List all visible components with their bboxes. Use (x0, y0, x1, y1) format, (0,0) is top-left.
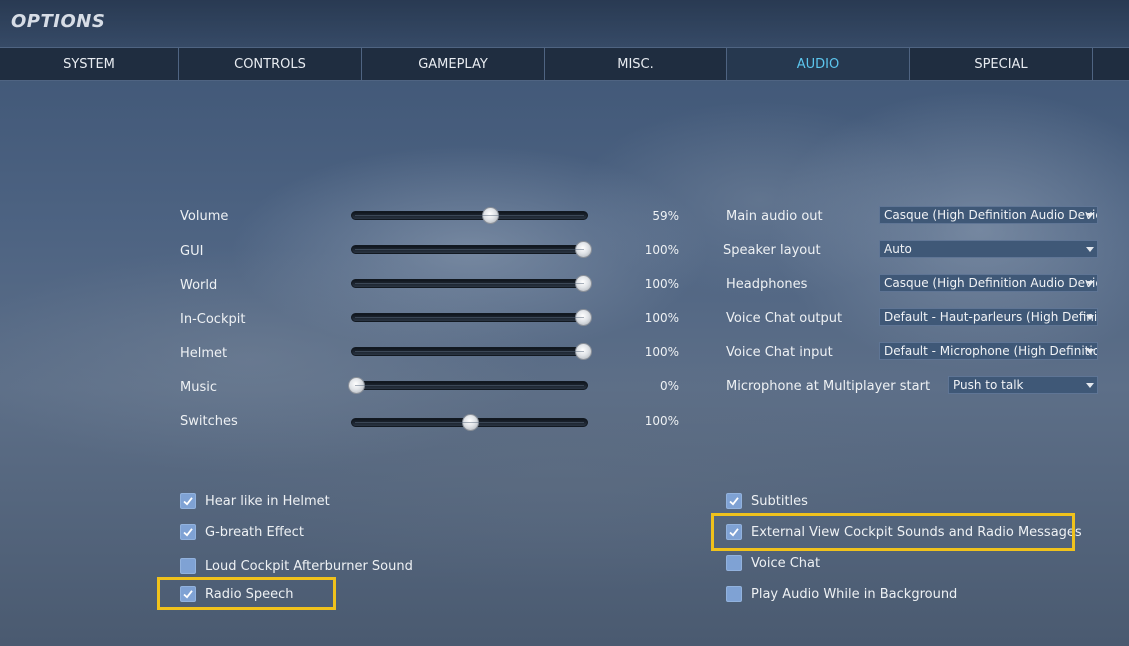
checkmark-icon (183, 497, 193, 506)
slider-knob[interactable] (348, 377, 365, 394)
tab-system[interactable]: SYSTEM (0, 48, 179, 80)
select-value: Auto (884, 242, 912, 256)
slider-value-world: 100% (644, 277, 679, 291)
slider-knob[interactable] (575, 309, 592, 326)
slider-music[interactable] (348, 377, 588, 394)
slider-value-music: 0% (659, 379, 679, 393)
tab-bar: SYSTEM CONTROLS GAMEPLAY MISC. AUDIO SPE… (0, 47, 1129, 81)
slider-world[interactable] (351, 275, 592, 292)
checkbox-label: External View Cockpit Sounds and Radio M… (751, 524, 1082, 540)
checkbox-box[interactable] (180, 558, 196, 574)
checkbox-voice-chat[interactable]: Voice Chat (726, 555, 820, 571)
slider-label-helmet: Helmet (180, 346, 228, 361)
slider-label-switches: Switches (180, 414, 238, 429)
dropdown-label-main-audio-out: Main audio out (726, 209, 823, 224)
chevron-down-icon (1086, 247, 1094, 252)
checkbox-subtitles[interactable]: Subtitles (726, 493, 808, 509)
slider-knob[interactable] (575, 275, 592, 292)
slider-label-in-cockpit: In-Cockpit (180, 312, 246, 327)
select-value: Casque (High Definition Audio Device) (884, 276, 1097, 290)
checkbox-label: Voice Chat (751, 555, 821, 571)
checkbox-radio-speech[interactable]: Radio Speech (180, 586, 294, 602)
checkbox-label: G-breath Effect (205, 524, 304, 540)
slider-value-helmet: 100% (644, 345, 679, 359)
slider-knob[interactable] (575, 241, 592, 258)
checkbox-g-breath-effect[interactable]: G-breath Effect (180, 524, 304, 540)
checkbox-box[interactable] (726, 586, 742, 602)
tab-special[interactable]: SPECIAL (910, 48, 1093, 80)
slider-value-volume: 59% (652, 209, 679, 223)
checkbox-label: Loud Cockpit Afterburner Sound (205, 558, 413, 574)
tab-gameplay[interactable]: GAMEPLAY (362, 48, 545, 80)
chevron-down-icon (1086, 349, 1094, 354)
chevron-down-icon (1086, 281, 1094, 286)
checkbox-box[interactable] (726, 555, 742, 571)
checkbox-box[interactable] (180, 586, 196, 602)
select-value: Casque (High Definition Audio Device) (884, 208, 1097, 222)
slider-value-in-cockpit: 100% (644, 311, 679, 325)
dropdown-label-voice-chat-input: Voice Chat input (726, 345, 833, 360)
slider-value-gui: 100% (644, 243, 679, 257)
checkmark-icon (183, 590, 193, 599)
headphones-select[interactable]: Casque (High Definition Audio Device) (879, 274, 1098, 292)
window-title: OPTIONS (11, 11, 106, 32)
microphone-mp-start-select[interactable]: Push to talk (948, 376, 1098, 394)
dropdown-label-speaker-layout: Speaker layout (723, 243, 821, 258)
checkmark-icon (729, 528, 739, 537)
checkbox-box[interactable] (180, 524, 196, 540)
checkbox-label: Radio Speech (205, 586, 294, 602)
slider-label-gui: GUI (180, 244, 204, 259)
checkbox-box[interactable] (726, 493, 742, 509)
voice-chat-output-select[interactable]: Default - Haut-parleurs (High Definition… (879, 308, 1098, 326)
tab-audio[interactable]: AUDIO (727, 48, 910, 80)
dropdown-label-voice-chat-output: Voice Chat output (726, 311, 843, 326)
slider-gui[interactable] (351, 241, 592, 258)
checkmark-icon (183, 528, 193, 537)
main-audio-out-select[interactable]: Casque (High Definition Audio Device) (879, 206, 1098, 224)
checkbox-hear-like-in-helmet[interactable]: Hear like in Helmet (180, 493, 330, 509)
slider-helmet[interactable] (351, 343, 592, 360)
checkbox-box[interactable] (180, 493, 196, 509)
slider-label-music: Music (180, 380, 217, 395)
slider-knob[interactable] (575, 343, 592, 360)
select-value: Default - Haut-parleurs (High Definition… (884, 310, 1097, 324)
checkbox-label: Subtitles (751, 493, 808, 509)
slider-in-cockpit[interactable] (351, 309, 592, 326)
checkbox-external-view-cockpit-sounds[interactable]: External View Cockpit Sounds and Radio M… (726, 524, 1082, 540)
checkbox-label: Hear like in Helmet (205, 493, 330, 509)
title-bar: OPTIONS (0, 0, 1129, 47)
chevron-down-icon (1086, 383, 1094, 388)
checkmark-icon (729, 497, 739, 506)
chevron-down-icon (1086, 315, 1094, 320)
slider-label-world: World (180, 278, 218, 293)
select-value: Default - Microphone (High Definition Au… (884, 344, 1097, 358)
tab-misc[interactable]: MISC. (545, 48, 727, 80)
slider-value-switches: 100% (644, 414, 679, 428)
checkbox-label: Play Audio While in Background (751, 586, 958, 602)
slider-switches[interactable] (351, 414, 588, 431)
chevron-down-icon (1086, 213, 1094, 218)
dropdown-label-microphone-mp-start: Microphone at Multiplayer start (726, 379, 931, 394)
dropdown-label-headphones: Headphones (726, 277, 808, 292)
select-value: Push to talk (953, 378, 1024, 392)
checkbox-box[interactable] (726, 524, 742, 540)
checkbox-play-audio-background[interactable]: Play Audio While in Background (726, 586, 957, 602)
slider-volume[interactable] (351, 207, 588, 224)
voice-chat-input-select[interactable]: Default - Microphone (High Definition Au… (879, 342, 1098, 360)
speaker-layout-select[interactable]: Auto (879, 240, 1098, 258)
slider-knob[interactable] (461, 414, 479, 431)
slider-label-volume: Volume (180, 209, 229, 224)
tab-controls[interactable]: CONTROLS (179, 48, 362, 80)
checkbox-loud-cockpit-afterburner[interactable]: Loud Cockpit Afterburner Sound (180, 558, 413, 574)
slider-knob[interactable] (481, 207, 499, 224)
